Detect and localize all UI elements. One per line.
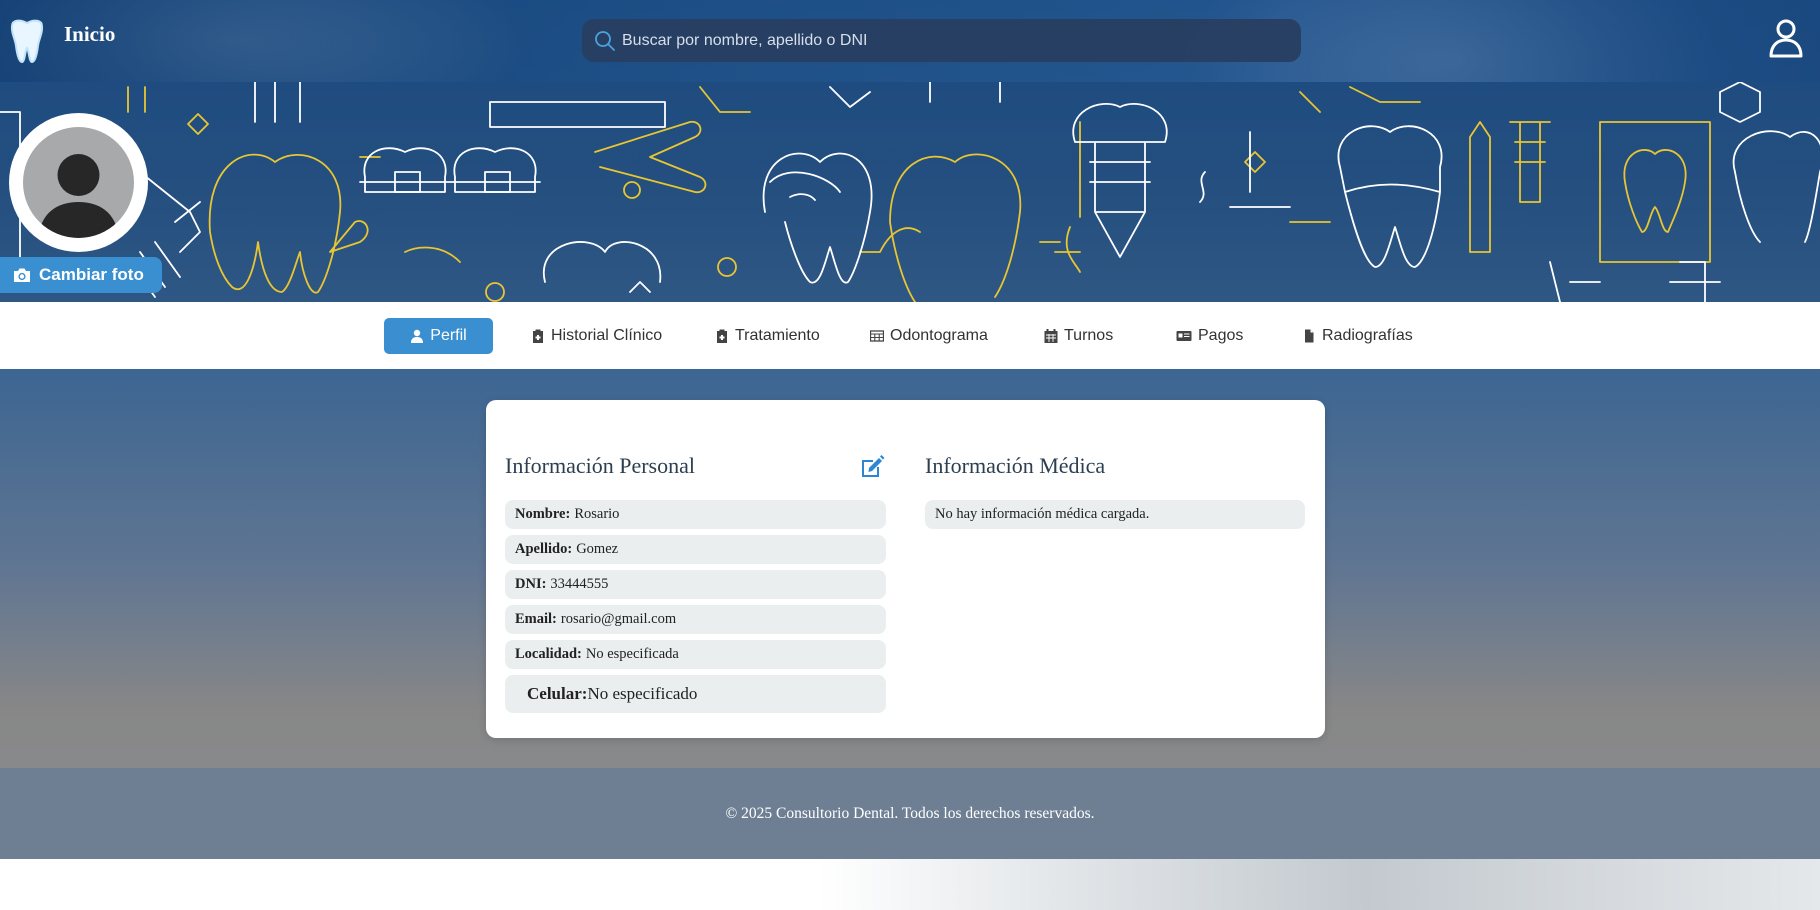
footer-text: © 2025 Consultorio Dental. Todos los der… — [725, 804, 1095, 822]
tab-label: Tratamiento — [735, 327, 820, 344]
tab-label: Radiografías — [1322, 327, 1413, 344]
field-label: Email: — [515, 611, 557, 627]
tab-radiografias[interactable]: Radiografías — [1290, 318, 1425, 354]
field-celular: Celular: No especificado — [505, 675, 886, 713]
profile-tabs: Perfil Historial Clínico Tratamiento Odo… — [0, 302, 1820, 369]
field-dni: DNI: 33444555 — [505, 570, 886, 599]
field-label: DNI: — [515, 576, 547, 592]
tab-label: Pagos — [1198, 327, 1244, 344]
field-value: No especificado — [587, 684, 698, 703]
field-value: Rosario — [574, 506, 620, 522]
camera-icon — [14, 268, 30, 282]
tooth-logo-icon[interactable] — [6, 18, 48, 64]
tab-label: Perfil — [430, 327, 467, 344]
field-label: Nombre: — [515, 506, 571, 522]
file-medical-icon — [533, 329, 543, 343]
top-navbar: Inicio — [0, 0, 1820, 82]
footer: © 2025 Consultorio Dental. Todos los der… — [0, 768, 1820, 859]
tab-pagos[interactable]: Pagos — [1164, 318, 1255, 354]
dental-pattern-illustration — [0, 82, 1820, 302]
search-input[interactable] — [622, 19, 1282, 62]
table-icon — [870, 330, 884, 342]
field-email: Email: rosario@gmail.com — [505, 605, 886, 634]
tab-turnos[interactable]: Turnos — [1032, 318, 1125, 354]
field-label: Apellido: — [515, 541, 573, 557]
field-label: Celular: — [527, 684, 588, 703]
profile-card: Información Personal Nombre: Rosario Ape… — [486, 400, 1325, 738]
field-label: Localidad: — [515, 646, 582, 662]
dental-banner — [0, 82, 1820, 302]
profile-avatar — [9, 113, 148, 252]
calendar-icon — [1044, 329, 1058, 343]
change-photo-button[interactable]: Cambiar foto — [0, 257, 162, 293]
id-card-icon — [1176, 331, 1192, 341]
user-account-icon[interactable] — [1768, 18, 1804, 58]
medical-info-empty: No hay información médica cargada. — [925, 500, 1305, 529]
tab-label: Historial Clínico — [551, 327, 663, 344]
search-bar[interactable] — [582, 19, 1301, 62]
tab-odontograma[interactable]: Odontograma — [858, 318, 1000, 354]
tab-historial-clinico[interactable]: Historial Clínico — [519, 318, 674, 354]
personal-info-title: Información Personal — [505, 453, 695, 478]
user-icon — [411, 329, 424, 343]
field-value: No especificada — [585, 646, 679, 662]
field-value: 33444555 — [550, 576, 609, 592]
field-value: Gomez — [576, 541, 619, 557]
tab-perfil[interactable]: Perfil — [384, 318, 493, 354]
search-icon — [595, 31, 615, 51]
bottom-background-strip — [0, 859, 1820, 910]
file-medical-icon — [717, 329, 727, 343]
field-value: rosario@gmail.com — [560, 611, 677, 627]
file-image-icon — [1305, 329, 1314, 343]
field-nombre: Nombre: Rosario — [505, 500, 886, 529]
change-photo-label: Cambiar foto — [39, 265, 144, 284]
home-link[interactable]: Inicio — [64, 22, 115, 47]
medical-info-title: Información Médica — [925, 453, 1106, 478]
tab-label: Turnos — [1064, 327, 1114, 344]
edit-icon[interactable] — [859, 454, 885, 480]
tab-label: Odontograma — [890, 327, 988, 344]
tab-tratamiento[interactable]: Tratamiento — [703, 318, 832, 354]
default-person-icon — [38, 154, 119, 238]
field-localidad: Localidad: No especificada — [505, 640, 886, 669]
field-apellido: Apellido: Gomez — [505, 535, 886, 564]
